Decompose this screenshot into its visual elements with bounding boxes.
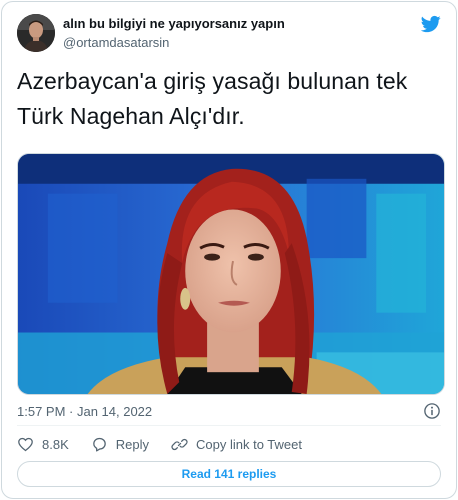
heart-icon	[18, 437, 33, 451]
tweet-text: Azerbaycan'a giriş yasağı bulunan tek Tü…	[17, 64, 447, 134]
divider	[17, 425, 441, 426]
reply-label: Reply	[115, 436, 149, 452]
reply-button[interactable]: Reply	[91, 436, 149, 453]
reply-bubble-icon	[92, 437, 106, 452]
like-count: 8.8K	[42, 436, 69, 452]
copy-link-label: Copy link to Tweet	[196, 436, 302, 452]
tweet-text-line-2: Türk Nagehan Alçı'dır.	[17, 103, 245, 129]
tweet-header: alın bu bilgiyi ne yapıyorsanız yapın @o…	[17, 12, 441, 56]
author-display-name[interactable]: alın bu bilgiyi ne yapıyorsanız yapın	[63, 15, 285, 32]
like-button[interactable]: 8.8K	[17, 436, 69, 453]
twitter-bird-icon[interactable]	[421, 14, 441, 34]
copy-link-button[interactable]: Copy link to Tweet	[171, 436, 302, 453]
read-replies-button[interactable]: Read 141 replies	[17, 461, 441, 487]
tweet-text-line-1: Azerbaycan'a giriş yasağı bulunan tek	[17, 68, 408, 94]
tweet-meta: 1:57 PM · Jan 14, 2022	[17, 402, 441, 422]
tweet-actions: 8.8K Reply Copy link to Tweet	[17, 434, 324, 454]
author-handle[interactable]: @ortamdasatarsin	[63, 34, 285, 52]
tweet-timestamp[interactable]: 1:57 PM · Jan 14, 2022	[17, 404, 152, 419]
tweet-media-photo[interactable]	[17, 153, 445, 395]
link-icon	[171, 438, 188, 450]
avatar[interactable]	[17, 14, 55, 52]
photo-woman-red-hair	[18, 154, 444, 394]
tweet-card: alın bu bilgiyi ne yapıyorsanız yapın @o…	[1, 1, 457, 499]
info-icon[interactable]	[423, 402, 441, 420]
avatar-image	[17, 14, 55, 52]
